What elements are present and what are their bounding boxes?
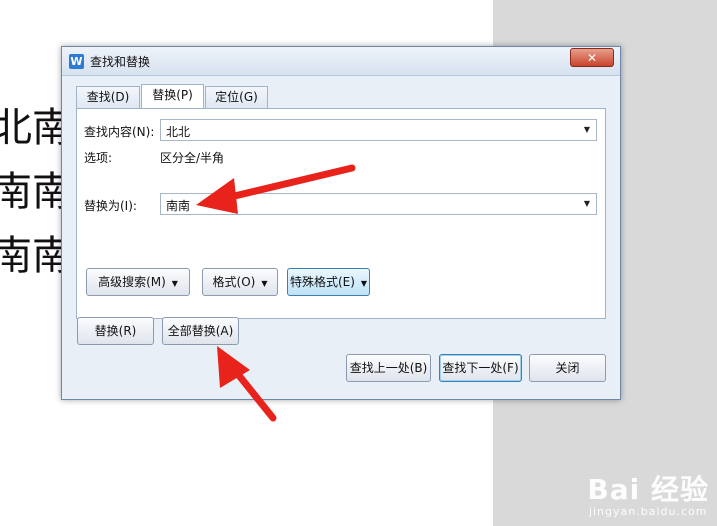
wps-writer-icon: W: [69, 54, 84, 69]
replace-all-button[interactable]: 全部替换(A): [162, 317, 239, 345]
format-button[interactable]: 格式(O) ▼: [202, 268, 278, 296]
options-value: 区分全/半角: [160, 151, 225, 165]
chevron-down-icon: ▼: [360, 279, 368, 288]
replace-with-label: 替换为(I):: [84, 199, 137, 213]
close-button[interactable]: 关闭: [529, 354, 606, 382]
find-what-combobox[interactable]: 北北 ▼: [160, 119, 597, 141]
options-label: 选项:: [84, 151, 113, 165]
chevron-down-icon: ▼: [261, 279, 268, 288]
chevron-down-icon[interactable]: ▼: [581, 123, 593, 137]
chevron-down-icon[interactable]: ▼: [581, 197, 593, 211]
watermark-logo: Bai 经验: [587, 473, 709, 506]
find-replace-dialog: W 查找和替换 ✕ 查找(D) 替换(P) 定位(G) 查找内容(N): 北北 …: [61, 46, 621, 400]
baidu-jingyan-watermark: Bai 经验 jingyan.baidu.com: [587, 473, 709, 519]
format-label: 格式(O): [212, 275, 256, 289]
tab-find[interactable]: 查找(D): [76, 86, 140, 108]
watermark-url: jingyan.baidu.com: [588, 505, 708, 518]
replace-with-value: 南南: [166, 199, 191, 213]
dialog-title: 查找和替换: [90, 55, 151, 69]
tab-goto[interactable]: 定位(G): [205, 86, 268, 108]
tab-replace[interactable]: 替换(P): [141, 84, 204, 108]
replace-button[interactable]: 替换(R): [77, 317, 154, 345]
advanced-search-label: 高级搜索(M): [98, 275, 166, 289]
replace-tab-panel: 查找内容(N): 北北 ▼ 选项: 区分全/半角 替换为(I): 南南 ▼ 高级…: [76, 108, 606, 319]
special-format-button[interactable]: 特殊格式(E) ▼: [287, 268, 370, 296]
advanced-search-button[interactable]: 高级搜索(M) ▼: [86, 268, 190, 296]
find-next-button[interactable]: 查找下一处(F): [439, 354, 522, 382]
find-what-value: 北北: [166, 125, 191, 139]
chevron-down-icon: ▼: [171, 279, 178, 288]
dialog-titlebar: W 查找和替换 ✕: [62, 47, 620, 76]
find-what-label: 查找内容(N):: [84, 125, 155, 139]
special-format-label: 特殊格式(E): [289, 275, 355, 289]
close-icon[interactable]: ✕: [570, 48, 614, 67]
replace-with-combobox[interactable]: 南南 ▼: [160, 193, 597, 215]
find-previous-button[interactable]: 查找上一处(B): [346, 354, 431, 382]
